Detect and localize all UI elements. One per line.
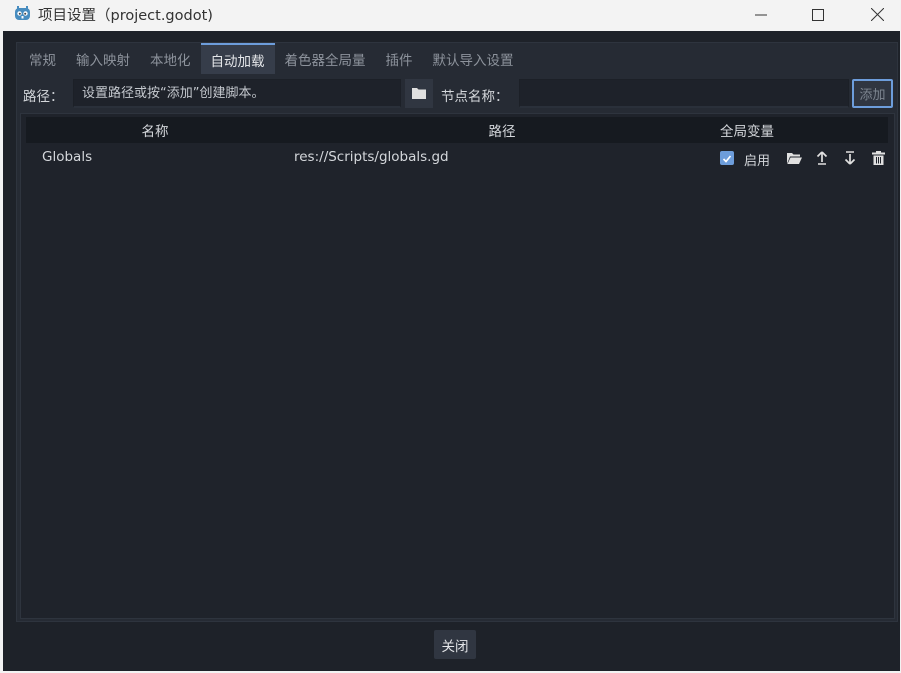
maximize-button[interactable] [795,0,841,31]
folder-icon [412,84,426,103]
table-row[interactable]: Globals res://Scripts/globals.gd 启用 [26,145,888,171]
node-name-input[interactable] [519,79,849,108]
autoload-table: 名称 路径 全局变量 Globals res://Scripts/globals… [20,113,895,619]
node-name-label: 节点名称： [441,89,509,105]
autoload-path-cell[interactable]: res://Scripts/globals.gd [294,149,449,165]
close-window-button[interactable] [854,0,900,31]
tab-bar: 常规 输入映射 本地化 自动加载 着色器全局量 插件 默认导入设置 [19,43,524,74]
maximize-icon [812,6,824,25]
add-button[interactable]: 添加 [852,79,893,108]
tab-localization[interactable]: 本地化 [140,43,201,74]
checkmark-icon [722,149,732,168]
path-label: 路径： [23,89,64,105]
path-input[interactable] [73,79,401,108]
browse-button[interactable] [405,79,433,108]
open-folder-icon[interactable] [785,149,803,167]
tab-plugins[interactable]: 插件 [375,43,423,74]
settings-dialog: 常规 输入映射 本地化 自动加载 着色器全局量 插件 默认导入设置 路径： 节点… [3,31,900,671]
close-button[interactable]: 关闭 [434,630,476,659]
autoload-name-cell[interactable]: Globals [42,149,92,165]
column-header-global[interactable]: 全局变量 [720,117,780,143]
tab-shader-globals[interactable]: 着色器全局量 [274,43,376,74]
table-header: 名称 路径 全局变量 [26,117,888,143]
tab-input-map[interactable]: 输入映射 [66,43,140,74]
project-settings-window: 项目设置（project.godot) 常规 输入映射 本地化 自动加载 着色器… [0,0,901,673]
godot-icon [14,5,31,22]
move-up-icon[interactable] [813,149,831,167]
column-header-name[interactable]: 名称 [26,117,284,143]
autoload-toolbar: 路径： 节点名称： 添加 [19,78,898,110]
enable-label: 启用 [744,154,771,169]
minimize-button[interactable] [738,0,784,31]
tab-general[interactable]: 常规 [19,43,66,74]
delete-icon[interactable] [869,149,887,167]
minimize-icon [755,6,767,25]
move-down-icon[interactable] [841,149,859,167]
enable-checkbox[interactable] [720,151,734,165]
title-bar[interactable]: 项目设置（project.godot) [0,0,901,31]
tab-import-defaults[interactable]: 默认导入设置 [422,43,524,74]
close-icon [870,6,884,25]
column-header-path[interactable]: 路径 [286,117,718,143]
tab-autoload[interactable]: 自动加载 [200,43,275,74]
window-title: 项目设置（project.godot) [38,8,213,24]
